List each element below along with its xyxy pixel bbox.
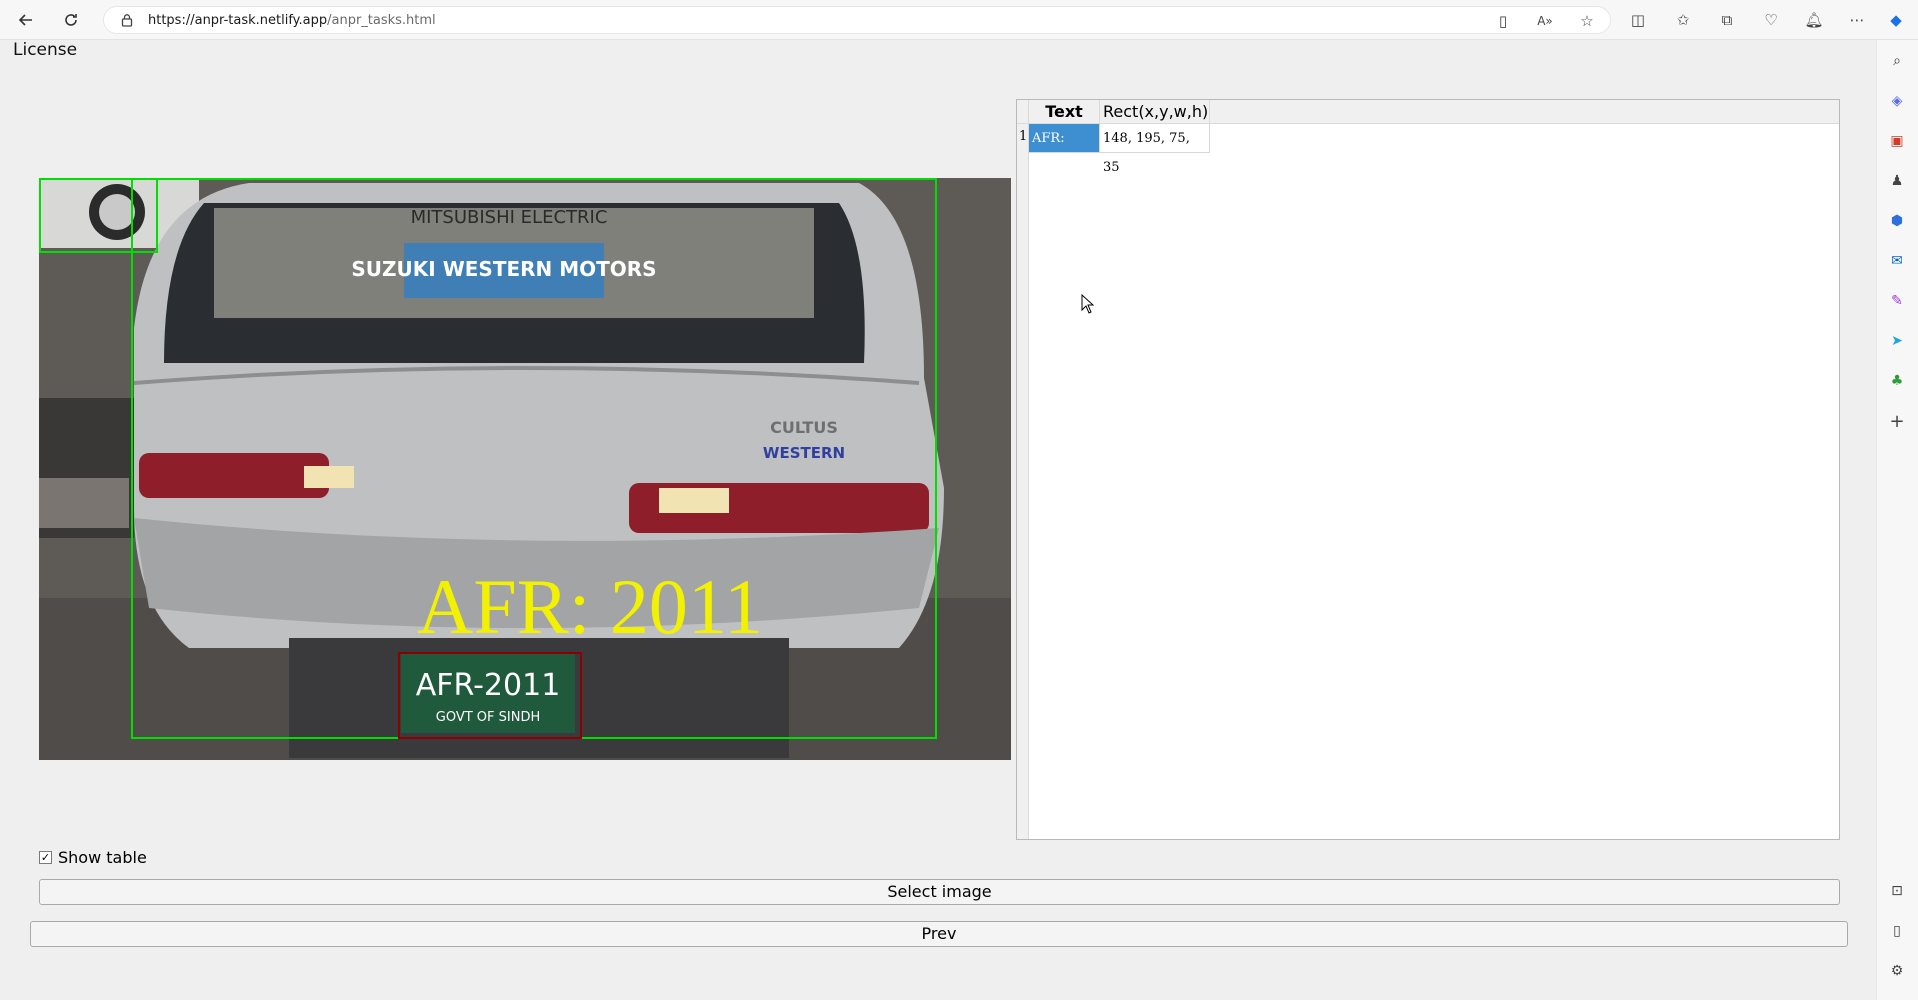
header-rect[interactable]: Rect(x,y,w,h) [1100, 100, 1210, 124]
browser-sidebar: ⌕ ◈ ▣ ♟ ⬢ ✉ ✎ ➤ ♣ + ⊡ ▯ ⚙ [1876, 40, 1918, 1000]
url-path: /anpr_tasks.html [327, 13, 436, 28]
row-number[interactable]: 1 [1019, 129, 1027, 144]
lock-icon [121, 14, 133, 27]
microsoft-365-icon[interactable]: ⬢ [1886, 210, 1908, 232]
show-table-checkbox[interactable]: ✓ [39, 851, 52, 864]
dealer-badge: WESTERN [763, 444, 845, 462]
car-photo: SUZUKI WESTERN MOTORS MITSUBISHI ELECTRI… [39, 178, 1011, 760]
row-gutter [1017, 124, 1029, 839]
app-title: License [13, 40, 78, 60]
favorite-star-icon[interactable]: ☆ [1576, 10, 1598, 32]
more-menu-icon[interactable]: ⋯ [1846, 9, 1868, 31]
refresh-icon [65, 14, 77, 26]
window-logo-text: MITSUBISHI ELECTRIC [411, 207, 608, 228]
recognized-text-overlay: AFR: 2011 [417, 563, 763, 650]
browser-essentials-icon[interactable]: ♡ [1760, 9, 1782, 31]
tools-icon[interactable]: ▣ [1886, 130, 1908, 152]
shopping-tag-icon[interactable]: ◈ [1886, 90, 1908, 112]
browser-toolbar: https://anpr-task.netlify.app/anpr_tasks… [0, 0, 1918, 40]
search-icon[interactable]: ⌕ [1886, 50, 1908, 72]
mouse-cursor-icon [1081, 294, 1095, 314]
header-corner [1017, 100, 1029, 124]
model-badge: CULTUS [770, 418, 838, 437]
table-header: Text Rect(x,y,w,h) [1017, 100, 1839, 124]
favorites-icon[interactable]: ✩ [1672, 9, 1694, 31]
prev-button[interactable]: Prev [30, 921, 1848, 947]
read-aloud-icon[interactable]: A» [1534, 10, 1556, 32]
select-image-button[interactable]: Select image [39, 879, 1840, 905]
address-bar[interactable]: https://anpr-task.netlify.app/anpr_tasks… [103, 6, 1611, 34]
cell-text[interactable]: AFR: 2011 [1029, 124, 1100, 175]
app-window: License SUZUKI WESTERN MOTORS MITSUBISHI… [0, 40, 1876, 1000]
split-screen-icon[interactable]: ◫ [1627, 9, 1649, 31]
tree-icon[interactable]: ♣ [1886, 370, 1908, 392]
copilot-icon[interactable]: ◆ [1885, 9, 1907, 31]
results-table: Text Rect(x,y,w,h) 1 AFR: 2011 148, 195,… [1016, 99, 1840, 840]
show-table-label: Show table [58, 848, 147, 867]
refresh-button[interactable] [59, 8, 83, 32]
back-arrow-icon [18, 14, 32, 26]
outlook-icon[interactable]: ✉ [1886, 250, 1908, 272]
add-icon[interactable]: + [1886, 410, 1908, 432]
games-icon[interactable]: ♟ [1886, 170, 1908, 192]
plate-sub-text: GOVT OF SINDH [436, 710, 540, 725]
header-text[interactable]: Text [1029, 100, 1100, 124]
send-icon[interactable]: ➤ [1886, 330, 1908, 352]
notifications-bell-icon[interactable]: 🔔︎ [1803, 9, 1825, 31]
window-sign-text: SUZUKI WESTERN MOTORS [351, 257, 656, 281]
screenshot-icon[interactable]: ⊡ [1886, 880, 1908, 902]
collections-icon[interactable]: ⧉ [1716, 9, 1738, 31]
designer-icon[interactable]: ✎ [1886, 290, 1908, 312]
sidebar-toggle-icon[interactable]: ▯ [1886, 920, 1908, 942]
settings-gear-icon[interactable]: ⚙ [1886, 960, 1908, 982]
show-table-toggle[interactable]: ✓ Show table [39, 848, 147, 867]
cell-rect[interactable]: 148, 195, 75, 35 [1100, 124, 1210, 175]
url-host: https://anpr-task.netlify.app [148, 13, 328, 28]
plate-main-text: AFR-2011 [416, 668, 561, 703]
reader-view-icon[interactable]: ▯ [1492, 10, 1514, 32]
image-viewer: SUZUKI WESTERN MOTORS MITSUBISHI ELECTRI… [39, 178, 1011, 760]
url-text: https://anpr-task.netlify.app/anpr_tasks… [148, 13, 436, 28]
back-button[interactable] [14, 8, 38, 32]
